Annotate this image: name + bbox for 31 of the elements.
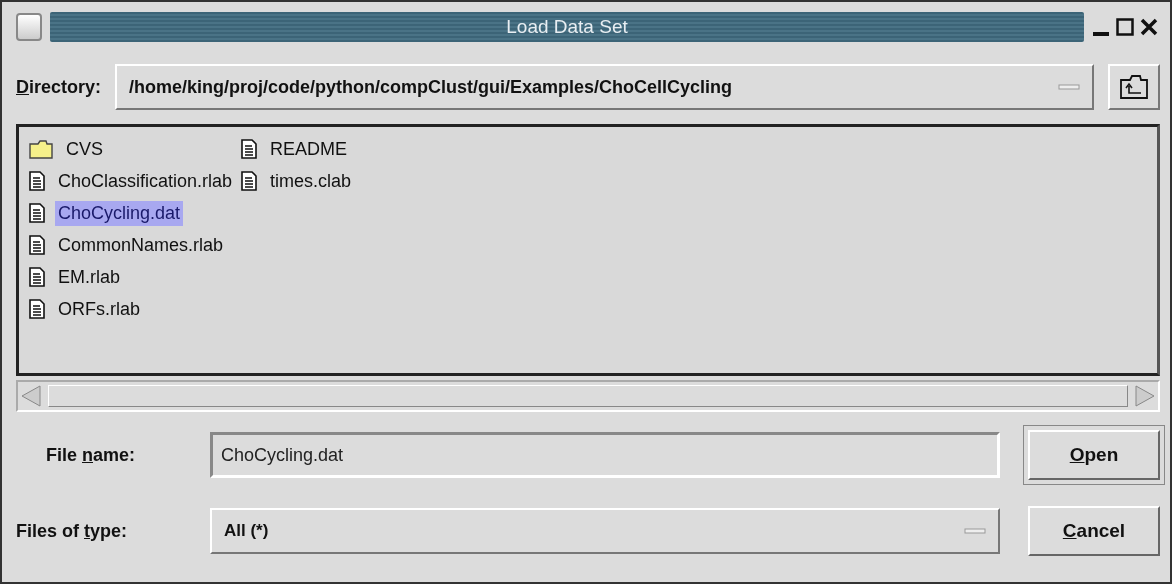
document-icon	[29, 299, 45, 319]
parent-folder-button[interactable]	[1108, 64, 1160, 110]
cancel-button[interactable]: Cancel	[1028, 506, 1160, 556]
file-type-dropdown[interactable]: All (*)	[210, 508, 1000, 554]
document-icon	[29, 171, 45, 191]
document-icon	[241, 139, 258, 159]
file-name-field[interactable]: ChoCycling.dat	[210, 432, 1000, 478]
file-item[interactable]: CommonNames.rlab	[55, 232, 227, 258]
directory-label: Directory:	[16, 76, 102, 98]
close-icon[interactable]	[1140, 18, 1158, 36]
document-icon	[29, 235, 45, 255]
file-item[interactable]: README	[267, 136, 351, 162]
directory-dropdown[interactable]: /home/king/proj/code/python/compClust/gui/Examples/ChoCellCycling	[115, 64, 1094, 110]
file-name-label: File name:	[46, 444, 137, 466]
file-type-label: Files of type:	[16, 520, 129, 542]
file-item[interactable]: ORFs.rlab	[55, 296, 143, 322]
folder-up-icon	[1119, 74, 1149, 100]
file-item[interactable]: CVS	[63, 136, 106, 162]
document-icon	[241, 171, 258, 191]
file-item[interactable]: times.clab	[267, 168, 355, 194]
window-menu-button[interactable]	[16, 13, 42, 41]
dropdown-dash-icon	[964, 527, 986, 535]
folder-icon	[29, 139, 53, 159]
maximize-icon[interactable]	[1116, 18, 1134, 36]
window-title: Load Data Set	[50, 12, 1084, 42]
file-item[interactable]: EM.rlab	[55, 264, 123, 290]
file-item[interactable]: ChoClassification.rlab	[55, 168, 236, 194]
document-icon	[29, 203, 45, 223]
dropdown-dash-icon	[1058, 83, 1080, 91]
file-item[interactable]: ChoCycling.dat	[55, 200, 184, 226]
document-icon	[29, 267, 45, 287]
